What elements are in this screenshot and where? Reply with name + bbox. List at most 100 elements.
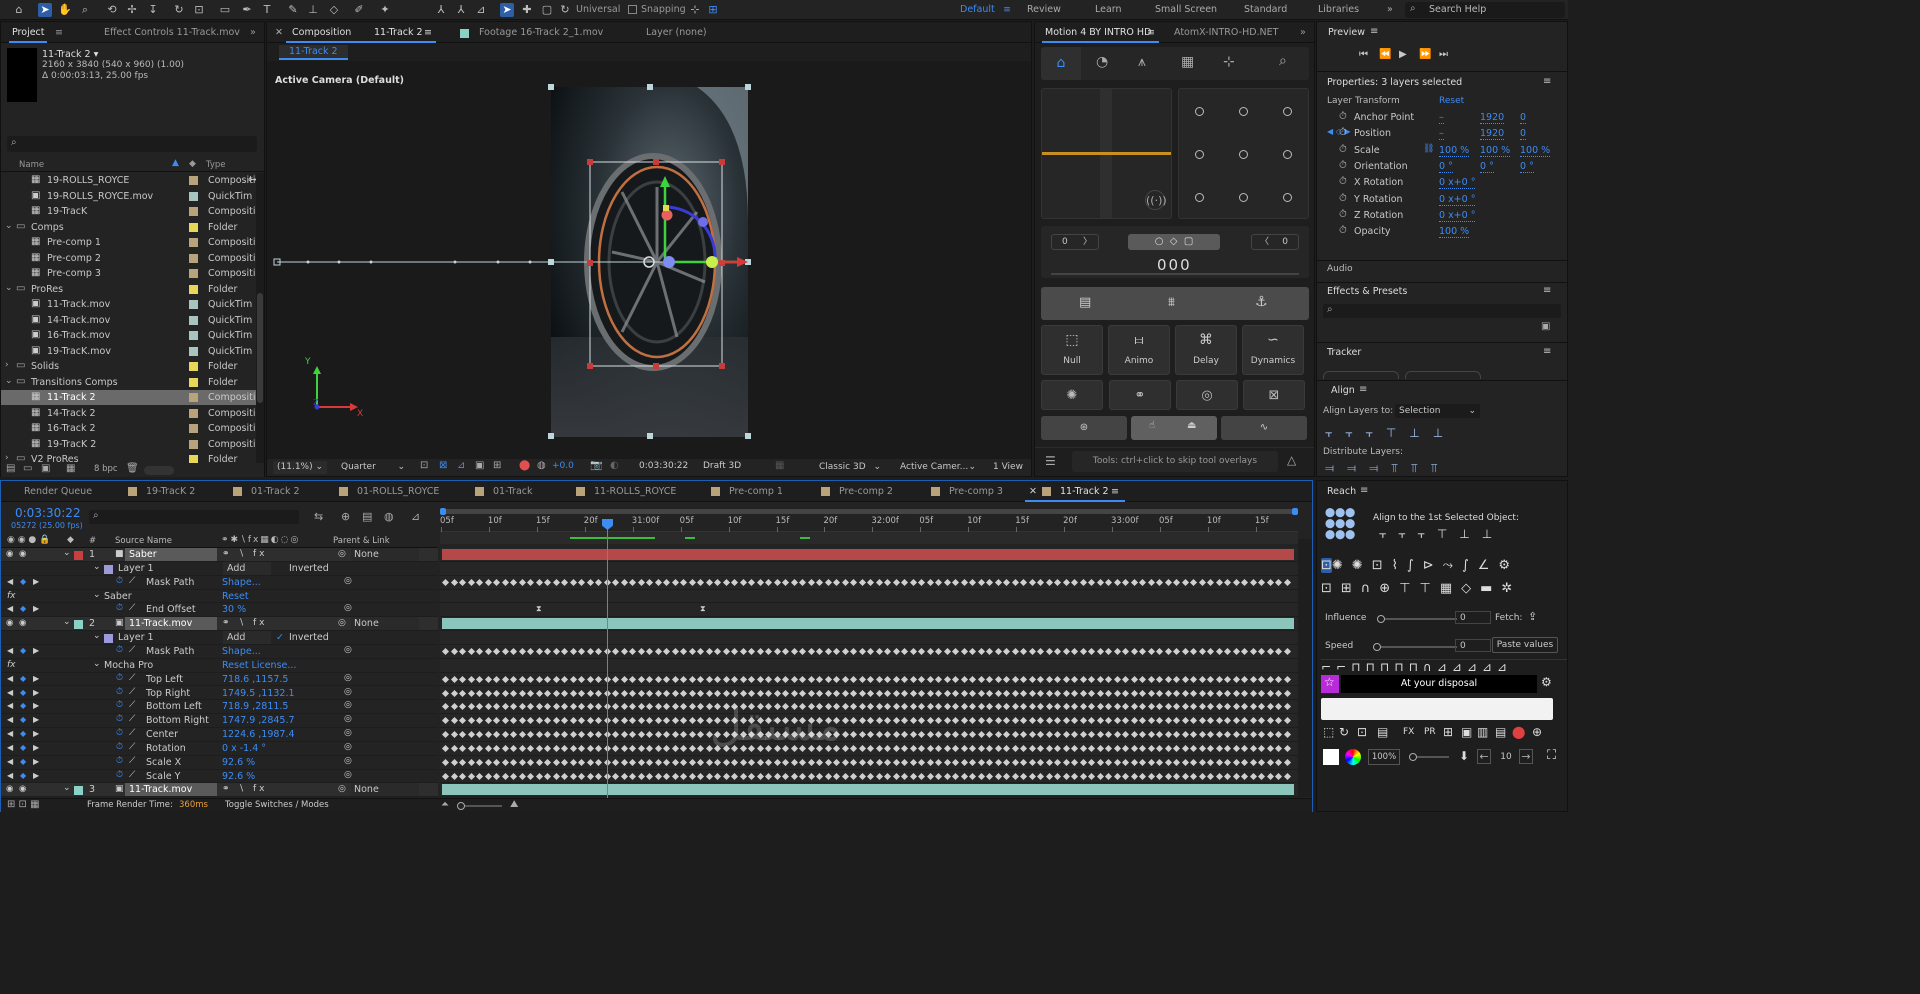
keyframe[interactable] [450,717,458,725]
keyframe[interactable] [994,689,1002,697]
keyframe[interactable] [1079,578,1087,586]
keyframe[interactable] [951,758,960,766]
keyframe[interactable] [985,578,994,586]
keyframe[interactable] [1062,731,1070,739]
sort-ascending-icon[interactable]: ▲ [172,158,179,168]
scroll-thumb[interactable] [257,293,263,403]
property-value[interactable]: 30 % [222,604,246,615]
keyframe[interactable] [645,675,654,683]
keyframe[interactable] [1121,758,1130,766]
snap-target-icon[interactable]: ⊞ [706,3,720,17]
keyframe[interactable] [679,578,688,586]
time-ruler[interactable]: 05f 10f 15f 20f 31:00f 05f 10f 15f 20f 32:00f 05f 1… [440,516,1298,532]
keyframe[interactable] [526,772,535,780]
keyframe[interactable] [1138,772,1147,780]
property-value[interactable]: 1749.5 ,1132.1 [222,688,295,699]
keyframe[interactable] [552,675,560,683]
keyframe[interactable] [1283,578,1291,586]
keyframe[interactable] [960,717,968,725]
keyframe[interactable] [798,772,807,780]
keyframe[interactable] [586,578,594,586]
project-scrollbar[interactable] [256,173,264,463]
keyframe[interactable] [917,703,926,711]
keyframe[interactable] [926,731,934,739]
keyframe[interactable] [1002,647,1011,655]
keyframe[interactable] [977,647,985,655]
keyframe[interactable] [560,772,569,780]
keyframe[interactable] [1002,703,1011,711]
keyframe[interactable] [696,731,705,739]
keyframe[interactable] [1053,717,1062,725]
keyframe[interactable] [1155,689,1164,697]
fullscreen-icon[interactable]: ⛶ [1547,748,1556,763]
keyframe[interactable] [577,578,586,586]
disclosure-icon[interactable]: › [5,453,9,463]
keyframe[interactable] [543,689,552,697]
parent-pickwhip-icon[interactable]: ◎ [338,618,346,628]
keyframe[interactable] [1053,703,1062,711]
keyframe[interactable] [926,578,934,586]
keyframe[interactable] [968,717,977,725]
graph-icon[interactable]: ⟋ [129,603,135,613]
keyframe[interactable] [968,758,977,766]
keyframe[interactable] [926,675,934,683]
stopwatch-icon[interactable]: ⏱ [116,700,123,710]
keyframe-next-icon[interactable]: ▶ [33,646,39,655]
keyframe[interactable] [458,578,467,586]
keyframe[interactable] [688,758,696,766]
pin-drop-icon[interactable]: ⬇ [1459,749,1469,763]
timeline-row[interactable]: ◀ ◆ ▶ ⏱ ⟋ Mask Path Shape... ◎ [1,576,438,590]
keyframe[interactable] [1223,578,1232,586]
keyframe[interactable] [586,703,594,711]
keyframe[interactable] [475,689,484,697]
keyframe[interactable] [1070,731,1079,739]
stopwatch-icon[interactable]: ⏱ [116,742,123,752]
keyframe[interactable] [1164,744,1172,752]
keyframe[interactable] [1274,744,1283,752]
graph-icon[interactable]: ⟋ [129,728,135,738]
stopwatch-icon[interactable]: ⏱ [116,576,123,586]
keyframe[interactable] [900,772,909,780]
project-item[interactable]: ▦ Pre-comp 3 Compositi [1,266,256,281]
timeline-row[interactable]: ◀ ◆ ▶ ⏱ ⟋ Scale X 92.6 % ◎ [1,756,438,770]
tab-project-menu-icon[interactable]: ≡ [55,27,63,38]
keyframe[interactable] [1181,758,1189,766]
keyframe[interactable] [1198,689,1206,697]
keyframe[interactable] [1147,647,1155,655]
keyframe[interactable] [1028,675,1036,683]
keyframe[interactable] [875,717,883,725]
keyframe[interactable] [1053,647,1062,655]
property-value[interactable]: 0 x+0 ° [1439,210,1476,222]
speed-input[interactable]: 0 [1455,639,1491,652]
timeline-search-input[interactable]: ⌕ [89,510,299,524]
keyframe[interactable] [807,578,815,586]
keyframe[interactable] [509,689,518,697]
right-counter[interactable]: 〈 0 [1251,234,1299,250]
stopwatch-icon[interactable]: ⏱ [116,756,123,766]
keyframe[interactable] [841,703,849,711]
keyframe[interactable] [586,744,594,752]
keyframe[interactable] [1113,689,1121,697]
keyframe[interactable] [484,731,492,739]
keyframe[interactable] [543,717,552,725]
keyframe[interactable] [849,647,858,655]
keyframe[interactable] [1181,731,1189,739]
keyframe[interactable] [1019,744,1028,752]
property-value[interactable]: 92.6 % [222,771,255,782]
keyframe[interactable] [1147,731,1155,739]
keyframe[interactable] [849,717,858,725]
keyframe[interactable] [484,689,492,697]
keyframe[interactable] [679,703,688,711]
keyframe[interactable] [977,744,985,752]
keyframe-add-icon[interactable]: ◆ [20,701,26,710]
blend-icon[interactable]: ⊛ [1041,416,1127,440]
keyframe[interactable] [1232,758,1240,766]
keyframe[interactable] [526,578,535,586]
keyframe[interactable] [492,689,501,697]
keyframe[interactable] [858,689,866,697]
keyframe-next-icon[interactable]: ▶ [33,729,39,738]
keyframe[interactable] [501,647,509,655]
timeline-tab[interactable]: 01-Track 2 [251,486,300,497]
particles-icon[interactable]: ✺ [1041,380,1103,410]
keyframe[interactable] [688,578,696,586]
